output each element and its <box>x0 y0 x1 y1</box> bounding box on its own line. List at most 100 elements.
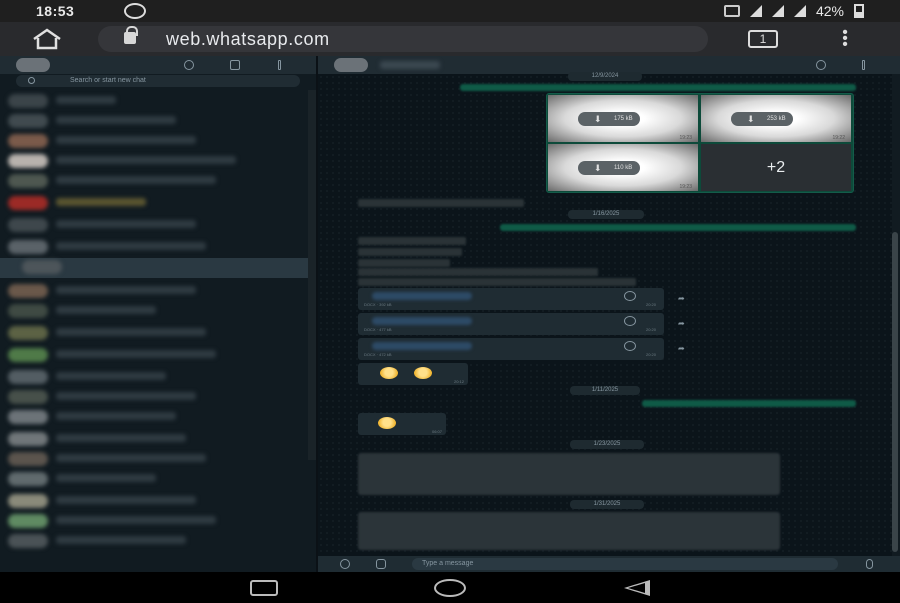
forward-icon[interactable]: ➦ <box>678 320 690 328</box>
media-album[interactable]: ⬇ 175 kB 19:23 ⬇ 253 kB 19:22 ⬇ 110 kB 19:2… <box>546 93 854 193</box>
contact-name[interactable] <box>380 61 440 69</box>
list-item[interactable] <box>6 132 306 150</box>
home-icon[interactable] <box>30 28 64 50</box>
incoming-message[interactable] <box>358 453 780 495</box>
list-item[interactable] <box>0 258 308 278</box>
list-item[interactable] <box>6 216 306 234</box>
list-item[interactable] <box>6 194 306 212</box>
emoji-icon[interactable] <box>340 559 350 569</box>
media-thumbnail[interactable]: ⬇ 175 kB 19:23 <box>548 95 698 142</box>
document-message[interactable]: DOCX · 477 kB 20:20 <box>358 313 664 335</box>
menu-icon[interactable] <box>278 60 281 70</box>
back-button[interactable] <box>624 580 650 596</box>
list-item[interactable] <box>6 512 306 530</box>
menu-icon[interactable] <box>862 60 865 70</box>
list-item[interactable] <box>6 430 306 448</box>
new-chat-icon[interactable] <box>230 60 240 70</box>
battery-icon <box>854 4 864 18</box>
download-button[interactable]: ⬇ 110 kB <box>578 161 640 175</box>
sidebar-scrollbar[interactable] <box>308 90 316 460</box>
incoming-message[interactable] <box>358 268 598 276</box>
date-label: 1/31/2025 <box>570 500 644 509</box>
incoming-message[interactable] <box>358 248 462 256</box>
date-label: 1/16/2025 <box>568 210 644 219</box>
incoming-message[interactable] <box>358 259 450 267</box>
emoji-message[interactable]: 20:12 <box>358 363 468 385</box>
date-label: 1/11/2025 <box>570 386 640 395</box>
list-item[interactable] <box>6 112 306 130</box>
document-name <box>372 317 472 325</box>
message-input[interactable]: Type a message <box>412 558 838 570</box>
list-item[interactable] <box>6 346 306 364</box>
search-row: Search or start new chat <box>0 74 316 88</box>
avatar[interactable] <box>334 58 368 72</box>
smile-emoji-icon <box>378 417 396 429</box>
search-input[interactable]: Search or start new chat <box>16 75 300 87</box>
conversation-scrollbar[interactable] <box>892 232 898 552</box>
list-item[interactable] <box>6 238 306 256</box>
url-text: web.whatsapp.com <box>166 29 330 49</box>
download-icon: ⬇ <box>747 114 755 124</box>
list-item[interactable] <box>6 470 306 488</box>
list-item[interactable] <box>6 532 306 550</box>
file-size: 175 kB <box>614 116 633 122</box>
list-item[interactable] <box>6 324 306 342</box>
message-time: 20:20 <box>645 327 656 332</box>
message-time: 19:23 <box>679 184 692 190</box>
status-icons: 42% <box>723 3 864 19</box>
forward-icon[interactable]: ➦ <box>678 345 690 353</box>
attach-icon[interactable] <box>376 559 386 569</box>
incoming-message[interactable] <box>358 278 636 286</box>
message-time: 20:20 <box>645 302 656 307</box>
home-button[interactable] <box>434 579 466 597</box>
tabs-icon[interactable]: 1 <box>748 30 778 48</box>
search-icon[interactable] <box>816 60 826 70</box>
document-meta: DOCX · 477 kB <box>364 327 392 332</box>
message-time: 20:12 <box>453 379 464 384</box>
outgoing-message[interactable] <box>500 224 856 231</box>
download-icon: ⬇ <box>594 114 602 124</box>
lock-icon <box>124 26 138 44</box>
document-meta: DOCX · 392 kB <box>364 302 392 307</box>
list-item[interactable] <box>6 152 306 170</box>
list-item[interactable] <box>6 92 306 110</box>
more-media-button[interactable]: +2 <box>701 144 851 191</box>
emoji-message[interactable]: 06:07 <box>358 413 446 435</box>
avatar[interactable] <box>16 58 50 72</box>
download-icon[interactable] <box>624 341 636 351</box>
microphone-icon[interactable] <box>866 559 873 569</box>
status-bar: 18:53 42% <box>0 0 900 22</box>
media-thumbnail[interactable]: ⬇ 110 kB 19:23 <box>548 144 698 191</box>
download-icon[interactable] <box>624 316 636 326</box>
file-size: 110 kB <box>614 165 633 171</box>
recents-button[interactable] <box>250 580 278 596</box>
list-item[interactable] <box>6 368 306 386</box>
download-icon[interactable] <box>624 291 636 301</box>
forward-icon[interactable]: ➦ <box>678 295 690 303</box>
media-thumbnail[interactable]: ⬇ 253 kB 19:22 <box>701 95 851 142</box>
list-item[interactable] <box>6 492 306 510</box>
incoming-message[interactable] <box>358 512 780 550</box>
document-message[interactable]: DOCX · 392 kB 20:20 <box>358 288 664 310</box>
date-label: 1/23/2025 <box>570 440 644 449</box>
list-item[interactable] <box>6 172 306 190</box>
document-message[interactable]: DOCX · 472 kB 20:20 <box>358 338 664 360</box>
download-button[interactable]: ⬇ 175 kB <box>578 112 640 126</box>
download-button[interactable]: ⬇ 253 kB <box>731 112 793 126</box>
chat-list <box>0 90 308 560</box>
menu-icon[interactable]: • • • <box>840 25 850 53</box>
document-name <box>372 342 472 350</box>
outgoing-message[interactable] <box>642 400 856 407</box>
list-item[interactable] <box>6 408 306 426</box>
composer: Type a message <box>318 556 900 572</box>
outgoing-message[interactable] <box>460 84 856 91</box>
incoming-message[interactable] <box>358 237 466 245</box>
status-icon[interactable] <box>184 60 194 70</box>
list-item[interactable] <box>6 450 306 468</box>
list-item[interactable] <box>6 302 306 320</box>
address-bar[interactable]: web.whatsapp.com <box>98 26 708 52</box>
list-item[interactable] <box>6 282 306 300</box>
list-item[interactable] <box>6 388 306 406</box>
incoming-message[interactable] <box>358 199 524 207</box>
smile-emoji-icon <box>380 367 398 379</box>
